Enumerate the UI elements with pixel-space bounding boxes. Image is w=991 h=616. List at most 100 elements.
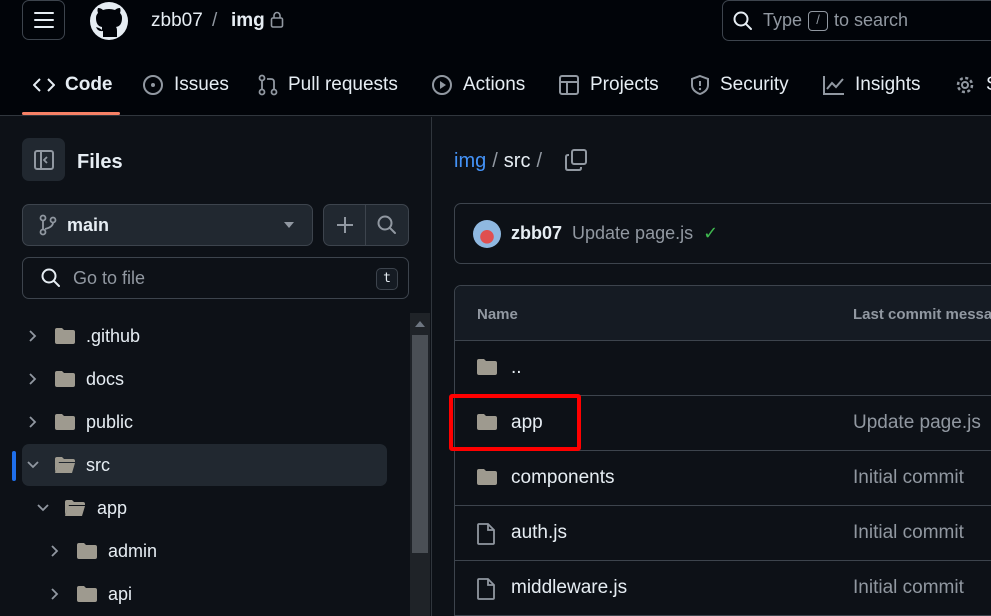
chevron-down-icon[interactable] <box>26 460 40 470</box>
scroll-up-arrow-icon[interactable] <box>415 321 425 327</box>
breadcrumb-separator: / <box>536 150 543 172</box>
tab-label: Pull requests <box>288 74 398 95</box>
go-to-file-input[interactable]: Go to file t <box>22 257 409 299</box>
shield-icon <box>691 74 709 96</box>
tree-item-label: app <box>97 497 128 518</box>
tree-item-api[interactable]: api <box>22 573 387 615</box>
file-commit-message[interactable]: Initial commit <box>853 522 964 544</box>
scrollbar-thumb[interactable] <box>412 335 428 553</box>
tree-item-label: admin <box>108 540 158 561</box>
tab-insights[interactable]: Insights <box>823 62 920 108</box>
tab-issues[interactable]: Issues <box>142 62 229 108</box>
file-icon <box>477 523 495 545</box>
file-name-link[interactable]: auth.js <box>511 522 567 544</box>
add-file-button[interactable] <box>324 205 367 245</box>
hamburger-icon <box>33 12 54 28</box>
tree-item-label: docs <box>86 368 125 389</box>
tab-label: Issues <box>174 74 229 95</box>
table-row[interactable]: auth.js Initial commit <box>455 506 991 561</box>
tab-pull-requests[interactable]: Pull requests <box>258 62 398 108</box>
tab-label: S <box>986 74 991 96</box>
folder-icon <box>77 586 97 602</box>
folder-icon <box>477 469 497 485</box>
tree-item-public[interactable]: public <box>22 401 387 443</box>
folder-icon <box>477 359 497 375</box>
gear-icon <box>956 76 974 94</box>
issue-icon <box>143 75 163 95</box>
folder-open-icon <box>55 457 75 473</box>
code-icon <box>33 78 55 92</box>
search-icon <box>733 11 752 30</box>
chevron-right-icon[interactable] <box>28 415 38 429</box>
tab-label: Projects <box>590 74 659 95</box>
file-name-link[interactable]: components <box>511 467 615 489</box>
tree-item-src[interactable]: src <box>22 444 387 486</box>
go-to-file-placeholder: Go to file <box>73 267 146 288</box>
tab-label: Code <box>65 74 113 95</box>
chevron-down-icon[interactable] <box>36 503 50 513</box>
files-title: Files <box>77 151 123 173</box>
table-icon <box>559 75 579 95</box>
avatar[interactable] <box>473 219 501 248</box>
file-commit-message[interactable]: Initial commit <box>853 577 964 599</box>
tree-item-label: api <box>108 583 133 604</box>
chevron-right-icon[interactable] <box>28 329 38 343</box>
search-suffix: to search <box>834 10 909 30</box>
annotation-highlight-box <box>449 394 581 451</box>
check-icon[interactable]: ✓ <box>703 223 718 244</box>
tab-actions[interactable]: Actions <box>431 62 525 108</box>
play-icon <box>432 75 452 95</box>
collapse-sidebar-button[interactable] <box>22 138 65 181</box>
tree-scrollbar[interactable] <box>410 313 430 616</box>
graph-icon <box>823 76 844 95</box>
breadcrumb-separator: / <box>212 10 218 31</box>
plus-icon <box>336 217 353 233</box>
github-logo-icon[interactable] <box>88 1 130 41</box>
file-name-link[interactable]: middleware.js <box>511 577 627 599</box>
folder-icon <box>55 328 75 344</box>
tab-code[interactable]: Code <box>33 62 113 108</box>
latest-commit-bar: zbb07 Update page.js ✓ <box>454 203 991 264</box>
tree-item-github[interactable]: .github <box>22 315 387 357</box>
breadcrumb-root-link[interactable]: img <box>454 150 486 173</box>
column-header-message: Last commit messa <box>853 306 991 323</box>
menu-button[interactable] <box>22 0 65 40</box>
breadcrumb-repo[interactable]: img <box>231 10 265 32</box>
table-row[interactable]: .. <box>455 341 991 396</box>
chevron-right-icon[interactable] <box>28 372 38 386</box>
tab-projects[interactable]: Projects <box>558 62 659 108</box>
breadcrumb-owner[interactable]: zbb07 <box>151 10 203 32</box>
table-row[interactable]: components Initial commit <box>455 451 991 506</box>
file-name-link[interactable]: .. <box>511 357 522 379</box>
repo-header: zbb07 / img Type / to search Code Issues… <box>0 0 991 116</box>
pull-request-icon <box>258 74 278 96</box>
search-shortcut-key: / <box>808 10 829 31</box>
search-input[interactable]: Type / to search <box>722 0 991 41</box>
copy-path-icon[interactable] <box>564 148 588 172</box>
chevron-right-icon[interactable] <box>50 587 60 601</box>
breadcrumb: img / src / <box>454 150 542 173</box>
commit-message[interactable]: Update page.js <box>572 223 693 244</box>
active-tab-indicator <box>22 112 120 115</box>
tree-item-label: .github <box>86 325 141 346</box>
tree-item-label: src <box>86 454 110 475</box>
tab-label: Actions <box>463 74 526 95</box>
lock-icon <box>270 11 284 28</box>
file-commit-message[interactable]: Initial commit <box>853 467 964 489</box>
tab-settings[interactable]: S <box>954 62 991 108</box>
breadcrumb-current: src <box>503 150 531 172</box>
tree-item-app[interactable]: app <box>22 487 387 529</box>
folder-icon <box>55 414 75 430</box>
repo-nav-tabs: Code Issues Pull requests Actions Projec… <box>0 62 991 116</box>
tree-item-admin[interactable]: admin <box>22 530 387 572</box>
branch-selector[interactable]: main <box>22 204 313 246</box>
table-row[interactable]: middleware.js Initial commit <box>455 561 991 616</box>
tab-security[interactable]: Security <box>690 62 789 108</box>
commit-author[interactable]: zbb07 <box>511 223 562 244</box>
folder-icon <box>77 543 97 559</box>
file-commit-message[interactable]: Update page.js <box>853 412 981 434</box>
tree-item-docs[interactable]: docs <box>22 358 387 400</box>
chevron-right-icon[interactable] <box>50 544 60 558</box>
search-code-button[interactable] <box>366 205 408 245</box>
go-to-file-shortcut: t <box>376 268 398 290</box>
